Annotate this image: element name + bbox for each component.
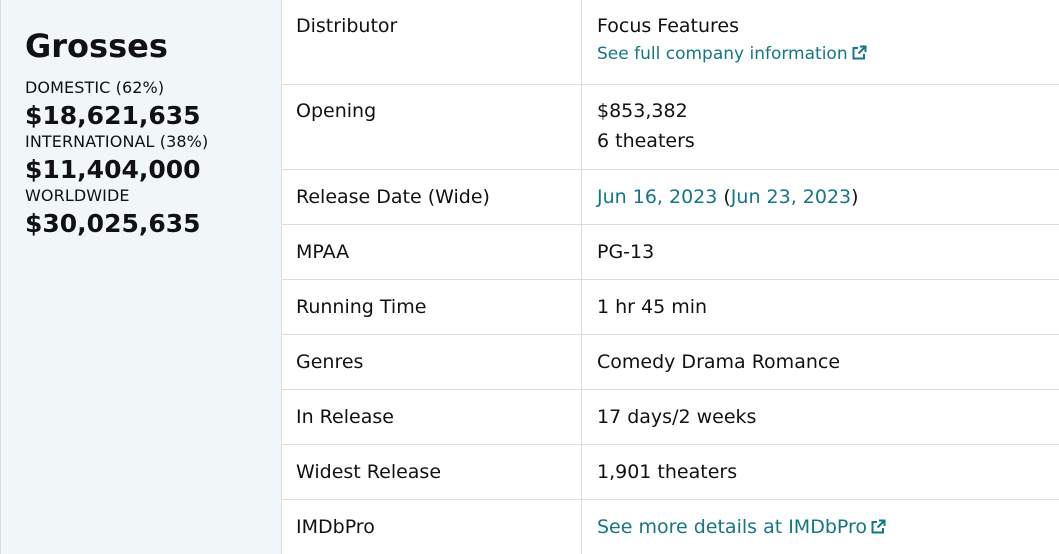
summary-table: Distributor Focus Features See full comp… (282, 0, 1059, 554)
widest-release-label: Widest Release (282, 445, 582, 499)
release-open-paren: ( (717, 186, 731, 208)
release-date-link[interactable]: Jun 16, 2023 (597, 186, 717, 208)
mpaa-value: PG-13 (597, 241, 655, 263)
genres-value: Comedy Drama Romance (597, 351, 841, 373)
in-release-label: In Release (282, 390, 582, 444)
company-info-link-label: See full company information (597, 44, 848, 64)
imdbpro-label: IMDbPro (282, 500, 582, 554)
opening-label: Opening (282, 85, 582, 169)
imdbpro-details-link[interactable]: See more details at IMDbPro (597, 516, 886, 538)
opening-theaters: 6 theaters (597, 130, 695, 152)
row-imdbpro: IMDbPro See more details at IMDbPro (282, 500, 1059, 554)
row-opening: Opening $853,382 6 theaters (282, 85, 1059, 170)
movie-summary-page: Grosses DOMESTIC (62%) $18,621,635 INTER… (0, 0, 1059, 554)
widest-release-value: 1,901 theaters (597, 461, 738, 483)
opening-value: $853,382 (597, 100, 688, 122)
external-link-icon (852, 45, 867, 60)
worldwide-value: $30,025,635 (25, 209, 201, 238)
opening-cell: $853,382 6 theaters (582, 85, 1059, 169)
row-in-release: In Release 17 days/2 weeks (282, 390, 1059, 445)
row-widest-release: Widest Release 1,901 theaters (282, 445, 1059, 500)
distributor-value: Focus Features (597, 15, 739, 37)
distributor-cell: Focus Features See full company informat… (582, 0, 1059, 84)
grosses-panel: Grosses DOMESTIC (62%) $18,621,635 INTER… (0, 0, 282, 554)
row-mpaa: MPAA PG-13 (282, 225, 1059, 280)
mpaa-label: MPAA (282, 225, 582, 279)
imdbpro-cell: See more details at IMDbPro (582, 500, 1059, 554)
in-release-value: 17 days/2 weeks (597, 406, 757, 428)
row-genres: Genres Comedy Drama Romance (282, 335, 1059, 390)
imdbpro-link-label: See more details at IMDbPro (597, 516, 868, 538)
row-release-date: Release Date (Wide) Jun 16, 2023 (Jun 23… (282, 170, 1059, 225)
running-time-value: 1 hr 45 min (597, 296, 708, 318)
release-close-paren: ) (851, 186, 859, 208)
distributor-label: Distributor (282, 0, 582, 84)
company-info-link[interactable]: See full company information (597, 44, 867, 64)
external-link-icon (871, 519, 886, 534)
row-running-time: Running Time 1 hr 45 min (282, 280, 1059, 335)
release-date-cell: Jun 16, 2023 (Jun 23, 2023) (582, 170, 1059, 224)
wide-release-date-link[interactable]: Jun 23, 2023 (731, 186, 851, 208)
release-date-label: Release Date (Wide) (282, 170, 582, 224)
genres-label: Genres (282, 335, 582, 389)
grosses-title: Grosses (25, 27, 168, 65)
row-distributor: Distributor Focus Features See full comp… (282, 0, 1059, 85)
running-time-label: Running Time (282, 280, 582, 334)
